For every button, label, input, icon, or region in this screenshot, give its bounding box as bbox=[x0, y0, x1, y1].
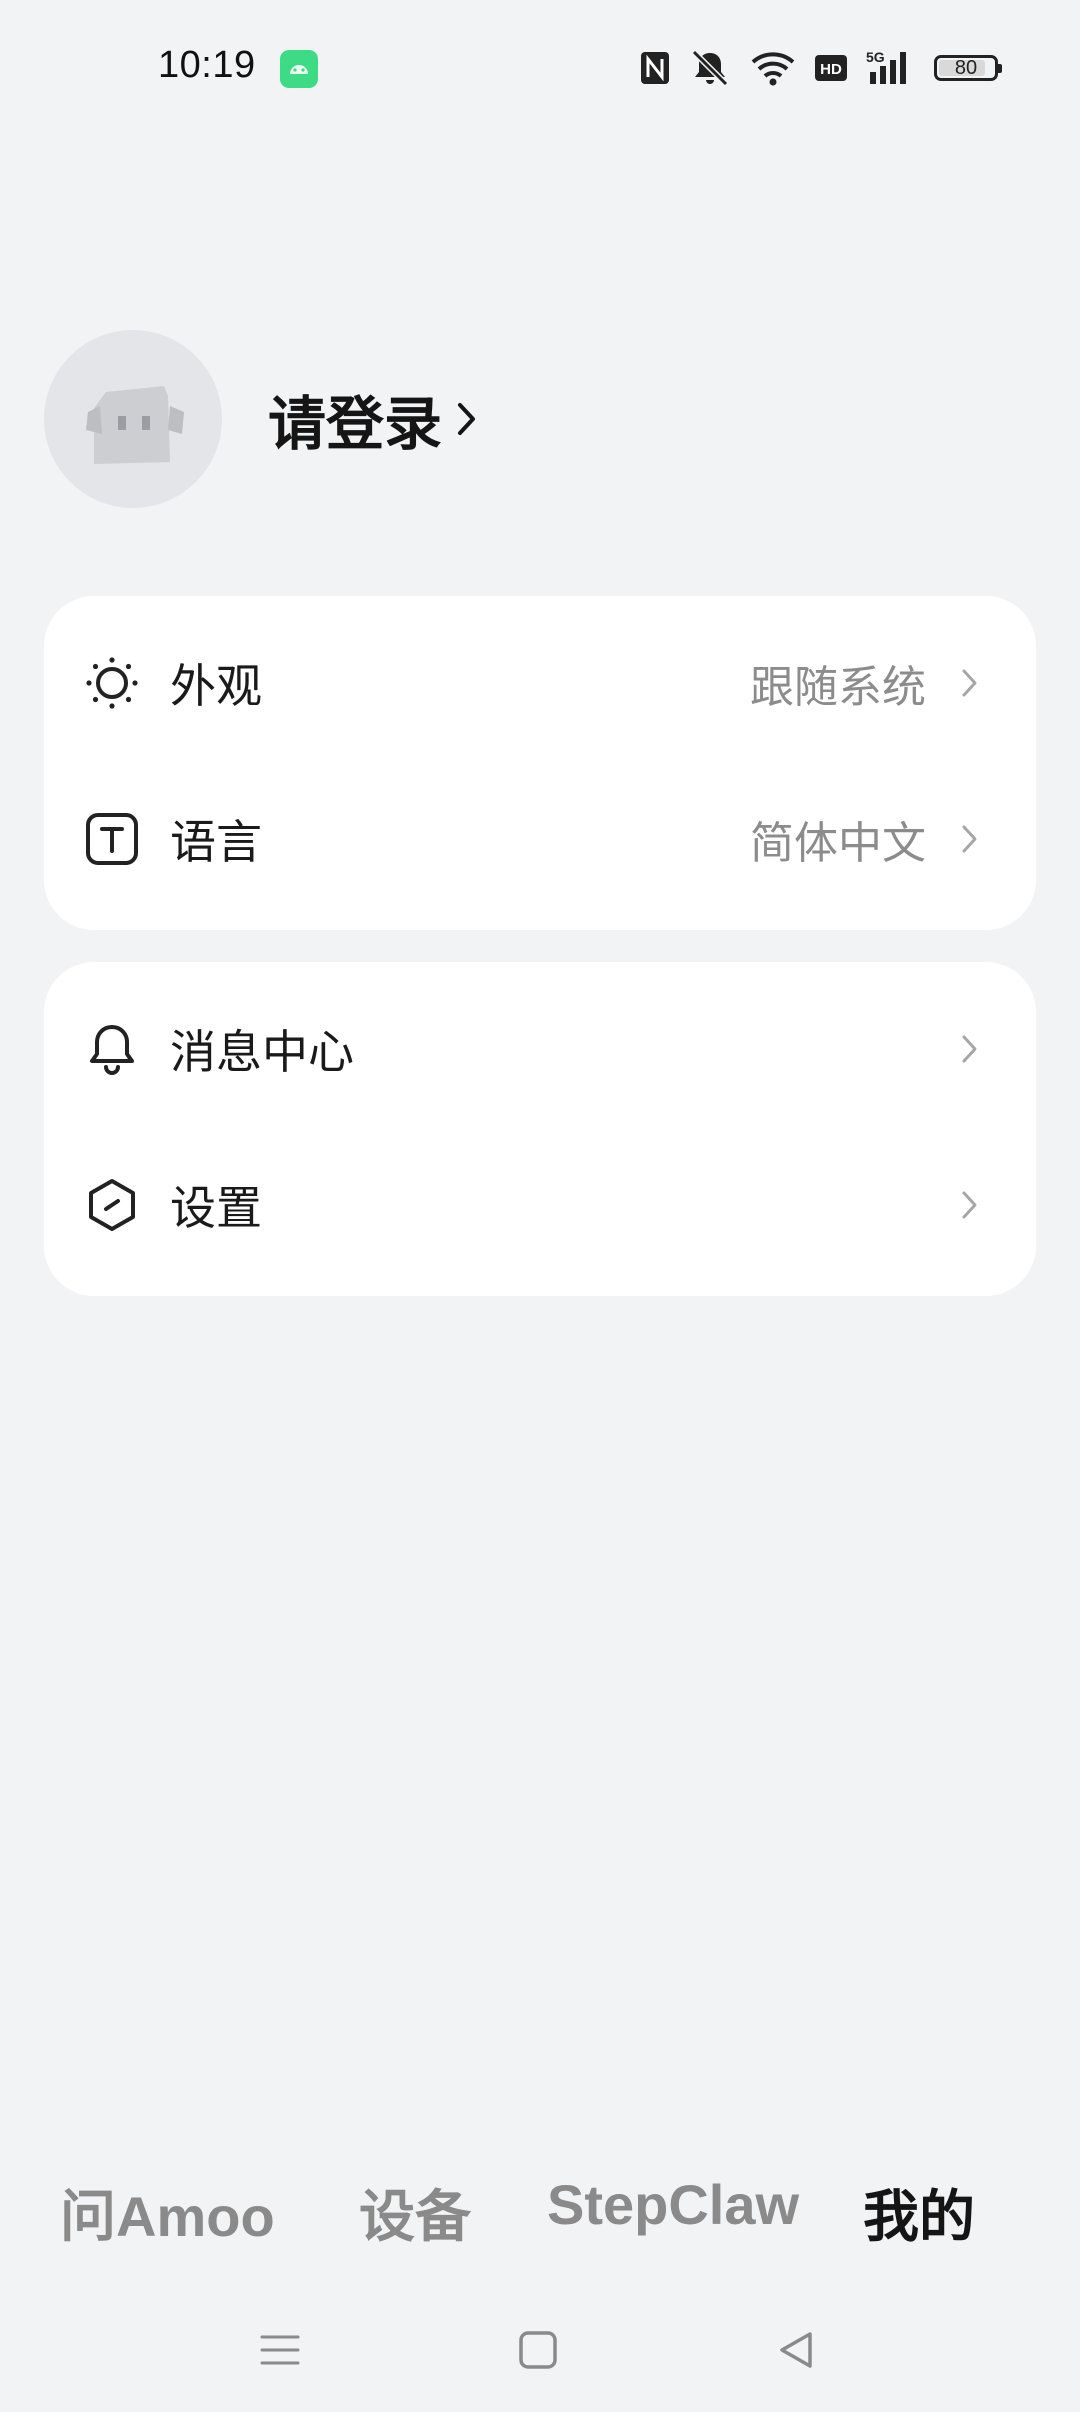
chevron-right-icon bbox=[958, 819, 982, 859]
sun-icon bbox=[84, 655, 140, 711]
settings-label: 设置 bbox=[170, 1181, 262, 1234]
profile-login-row[interactable]: 请登录 bbox=[44, 330, 478, 508]
chevron-right-icon bbox=[958, 663, 982, 703]
chevron-right-icon bbox=[958, 1029, 982, 1069]
home-square-icon[interactable] bbox=[508, 2320, 568, 2380]
nfc-icon bbox=[640, 51, 670, 85]
svg-text:5G: 5G bbox=[866, 49, 885, 65]
silent-bell-icon bbox=[688, 48, 732, 88]
tab-ask-amoo[interactable]: 问Amoo bbox=[60, 2172, 275, 2253]
hexagon-icon bbox=[84, 1177, 140, 1233]
text-t-icon bbox=[84, 811, 140, 867]
wifi-icon bbox=[750, 49, 796, 87]
svg-text:HD: HD bbox=[820, 61, 842, 78]
appearance-row[interactable]: 外观 跟随系统 bbox=[44, 604, 1036, 761]
language-row[interactable]: 语言 简体中文 bbox=[44, 760, 1036, 917]
hd-icon: HD bbox=[814, 53, 848, 83]
language-label: 语言 bbox=[170, 815, 262, 868]
status-time: 10:19 bbox=[158, 44, 256, 86]
status-bar: 10:19 HD 5G 80 bbox=[0, 0, 1080, 140]
settings-row[interactable]: 设置 bbox=[44, 1126, 1036, 1283]
appearance-value: 跟随系统 bbox=[750, 662, 926, 712]
battery-indicator: 80 bbox=[934, 55, 1002, 81]
language-value: 简体中文 bbox=[750, 818, 926, 868]
5g-signal-icon: 5G bbox=[866, 48, 916, 88]
status-icons: HD 5G 80 bbox=[640, 44, 1002, 92]
system-nav-bar bbox=[0, 2300, 1080, 2412]
chevron-right-icon bbox=[456, 399, 478, 444]
avatar[interactable] bbox=[44, 330, 222, 508]
message-center-label: 消息中心 bbox=[170, 1025, 354, 1078]
menu-icon[interactable] bbox=[250, 2320, 310, 2380]
message-center-row[interactable]: 消息中心 bbox=[44, 970, 1036, 1127]
battery-level: 80 bbox=[954, 56, 978, 79]
my-page-screen: 10:19 HD 5G 80 请登录 外观 跟随系统 语言 简体中文 消息中心 … bbox=[0, 0, 1080, 2412]
misc-settings-card: 消息中心 设置 bbox=[44, 962, 1036, 1296]
appearance-label: 外观 bbox=[170, 659, 262, 712]
tab-devices[interactable]: 设备 bbox=[359, 2172, 471, 2253]
tab-stepclaw[interactable]: StepClaw bbox=[547, 2172, 799, 2237]
chevron-right-icon bbox=[958, 1185, 982, 1225]
login-label[interactable]: 请登录 bbox=[268, 377, 442, 461]
bell-icon bbox=[84, 1021, 140, 1077]
back-triangle-icon[interactable] bbox=[766, 2320, 826, 2380]
android-app-icon bbox=[280, 50, 318, 88]
general-settings-card: 外观 跟随系统 语言 简体中文 bbox=[44, 596, 1036, 930]
tab-mine[interactable]: 我的 bbox=[863, 2172, 975, 2253]
bottom-tab-bar: 问Amoo 设备 StepClaw 我的 bbox=[0, 2160, 1080, 2260]
